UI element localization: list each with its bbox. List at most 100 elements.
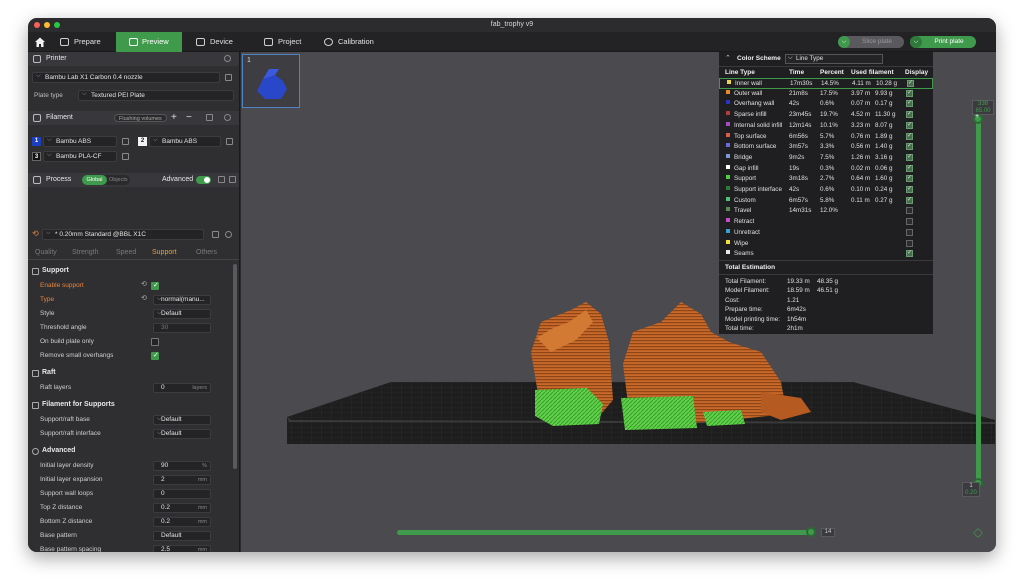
display-checkbox[interactable] — [906, 185, 913, 193]
support-style-select[interactable]: Default — [153, 309, 211, 319]
compare-icon[interactable] — [218, 176, 225, 183]
edit-icon[interactable] — [122, 153, 129, 160]
tab-prepare[interactable]: Prepare — [56, 32, 112, 52]
filament-slot-2[interactable]: 2 — [138, 137, 147, 146]
move-slider-track[interactable] — [397, 530, 813, 535]
line-type-row[interactable]: Top surface 6m56s 5.7% 0.76 m 1.89 g — [719, 132, 933, 143]
line-type-row[interactable]: Sparse infill 23m45s 19.7% 4.52 m 11.30 g — [719, 110, 933, 121]
filament-1-select[interactable]: Bambu ABS — [43, 136, 117, 147]
threshold-angle-input[interactable]: 30 — [153, 323, 211, 333]
line-type-row[interactable]: Bridge 9m2s 7.5% 1.26 m 3.16 g — [719, 153, 933, 164]
edit-icon[interactable] — [226, 138, 233, 145]
filament-slot-1[interactable]: 1 — [32, 137, 41, 146]
support-base-select[interactable]: Default — [153, 415, 211, 425]
display-checkbox[interactable] — [906, 239, 913, 247]
search-icon[interactable] — [225, 231, 232, 238]
display-checkbox[interactable] — [906, 196, 913, 204]
display-checkbox[interactable] — [906, 174, 913, 183]
tab-strength[interactable]: Strength — [72, 249, 98, 256]
home-icon[interactable] — [34, 36, 46, 48]
line-type-row[interactable]: Wipe — [719, 239, 933, 250]
filament-3-select[interactable]: Bambu PLA-CF — [43, 151, 117, 162]
enable-support-checkbox[interactable] — [151, 281, 159, 290]
filament-2-select[interactable]: Bambu ABS — [149, 136, 221, 147]
display-checkbox[interactable] — [907, 79, 914, 87]
build-plate-only-checkbox[interactable] — [151, 338, 159, 346]
plate-type-select[interactable]: Textured PEI Plate — [78, 90, 234, 101]
tab-speed[interactable]: Speed — [116, 249, 136, 256]
reset-icon[interactable]: ⟲ — [32, 229, 39, 238]
advanced-row-input[interactable]: 2 mm — [153, 475, 211, 485]
tab-quality[interactable]: Quality — [35, 249, 57, 256]
raft-layers-input[interactable]: 0 layers — [153, 383, 211, 393]
display-checkbox[interactable] — [906, 228, 913, 236]
line-type-row[interactable]: Travel 14m31s 12.0% — [719, 206, 933, 217]
zoom-window-button[interactable] — [54, 22, 60, 28]
save-icon[interactable] — [212, 231, 219, 238]
line-type-row[interactable]: Retract — [719, 217, 933, 228]
sync-icon[interactable] — [206, 114, 213, 121]
reset-icon[interactable]: ⟲ — [141, 280, 147, 288]
line-type-row[interactable]: Seams — [719, 249, 933, 260]
gear-icon[interactable] — [224, 55, 231, 62]
slice-plate-button[interactable]: ⌵ Slice plate — [838, 36, 904, 48]
display-checkbox[interactable] — [906, 121, 913, 129]
advanced-row-input[interactable]: 2.5 mm — [153, 545, 211, 552]
display-checkbox[interactable] — [906, 89, 913, 97]
display-checkbox[interactable] — [906, 99, 913, 108]
filament-slot-3[interactable]: 3 — [32, 152, 41, 161]
advanced-row-input[interactable]: Default — [153, 531, 211, 541]
display-checkbox[interactable] — [906, 218, 913, 226]
tab-others[interactable]: Others — [196, 249, 217, 256]
print-plate-button[interactable]: ⌵ Print plate — [910, 36, 976, 48]
advanced-switch[interactable] — [196, 176, 211, 184]
advanced-row-input[interactable]: 0 — [153, 489, 211, 499]
edit-icon[interactable] — [122, 138, 129, 145]
reset-icon[interactable]: ⟲ — [141, 294, 147, 302]
line-type-row[interactable]: Outer wall 21m8s 17.5% 3.97 m 9.93 g — [719, 89, 933, 100]
move-slider-handle[interactable] — [806, 527, 816, 537]
display-checkbox[interactable] — [906, 142, 913, 151]
line-type-row[interactable]: Inner wall 17m30s 14.5% 4.11 m 10.28 g — [719, 78, 933, 89]
panel-scrollbar[interactable] — [233, 264, 237, 469]
layer-slider-track[interactable] — [976, 118, 981, 486]
line-type-row[interactable]: Bottom surface 3m57s 3.3% 0.56 m 1.40 g — [719, 142, 933, 153]
tab-device[interactable]: Device — [192, 32, 248, 52]
display-checkbox[interactable] — [906, 132, 913, 140]
tab-preview[interactable]: Preview — [116, 32, 182, 52]
display-checkbox[interactable] — [906, 110, 913, 119]
plate-thumbnail[interactable]: 1 — [242, 54, 300, 108]
advanced-row-input[interactable]: 0.2 mm — [153, 503, 211, 513]
close-window-button[interactable] — [34, 22, 40, 28]
line-type-row[interactable]: Internal solid infill 12m14s 10.1% 3.23 m 8.… — [719, 121, 933, 132]
display-checkbox[interactable] — [906, 164, 913, 172]
layer-slider-top-handle[interactable]: + — [973, 113, 983, 124]
line-type-row[interactable]: Gap infill 19s 0.3% 0.02 m 0.06 g — [719, 164, 933, 175]
advanced-row-input[interactable]: 0.2 mm — [153, 517, 211, 527]
line-type-row[interactable]: Support 3m18s 2.7% 0.64 m 1.60 g — [719, 174, 933, 185]
line-type-row[interactable]: Unretract — [719, 228, 933, 239]
line-type-row[interactable]: Overhang wall 42s 0.6% 0.07 m 0.17 g — [719, 99, 933, 110]
tab-project[interactable]: Project — [260, 32, 316, 52]
preview-viewport[interactable]: 1 ⌃ Color Scheme ⌵ Line Type Line Type T… — [241, 52, 996, 552]
advanced-row-input[interactable]: 90% — [153, 461, 211, 471]
line-type-row[interactable]: Support interface 42s 0.6% 0.10 m 0.24 g — [719, 185, 933, 196]
minimize-window-button[interactable] — [44, 22, 50, 28]
edit-icon[interactable] — [225, 74, 232, 81]
display-checkbox[interactable] — [906, 207, 913, 215]
process-profile-select[interactable]: * 0.20mm Standard @BBL X1C — [42, 229, 204, 240]
color-scheme-select[interactable]: ⌵ Line Type — [785, 54, 883, 64]
remove-small-overhangs-checkbox[interactable] — [151, 351, 159, 360]
display-checkbox[interactable] — [906, 249, 913, 258]
support-type-select[interactable]: normal(manu... — [153, 295, 211, 305]
printer-select[interactable]: Bambu Lab X1 Carbon 0.4 nozzle — [32, 72, 220, 83]
line-type-row[interactable]: Custom 6m57s 5.8% 0.11 m 0.27 g — [719, 196, 933, 207]
flushing-volumes-button[interactable]: Flushing volumes — [114, 114, 167, 122]
collapse-chevron-icon[interactable]: ⌃ — [725, 54, 731, 62]
tab-calibration[interactable]: Calibration — [320, 32, 390, 52]
gear-icon[interactable] — [224, 114, 231, 121]
global-toggle[interactable]: Global Objects — [82, 175, 130, 185]
tab-support[interactable]: Support — [152, 249, 177, 256]
remove-icon[interactable]: − — [186, 111, 192, 125]
add-icon[interactable]: + — [171, 111, 177, 125]
